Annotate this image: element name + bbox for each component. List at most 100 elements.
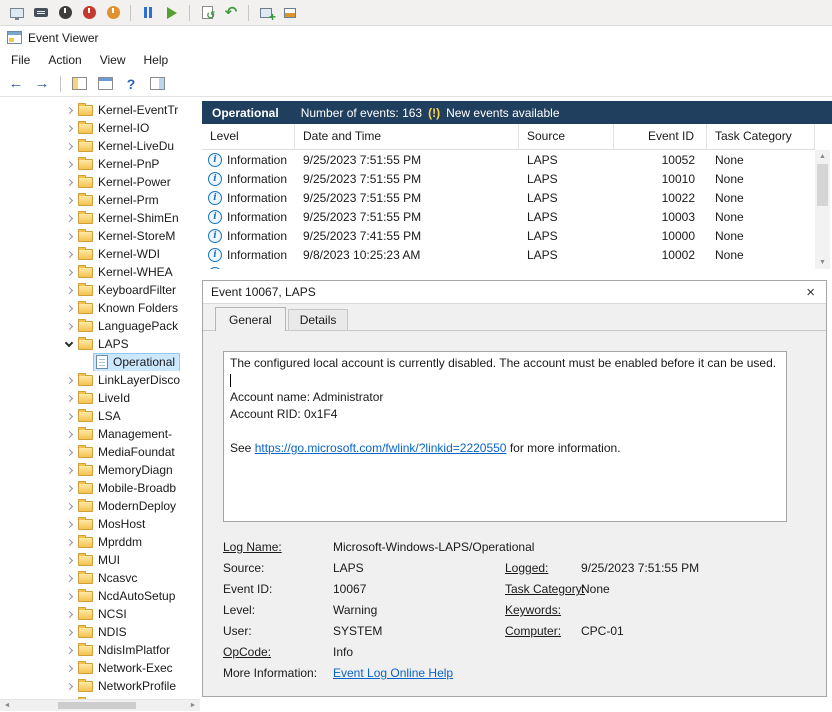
- menu-help[interactable]: Help: [135, 50, 178, 70]
- expand-icon[interactable]: [62, 407, 76, 425]
- tree-item-body[interactable]: Kernel-LiveDu: [76, 138, 178, 155]
- revert-button[interactable]: ↶: [220, 2, 242, 24]
- expand-icon[interactable]: [62, 605, 76, 623]
- expand-icon[interactable]: [62, 317, 76, 335]
- action-pane-button[interactable]: [145, 73, 169, 95]
- tree-item-moderndeploy[interactable]: ModernDeploy: [0, 497, 200, 515]
- expand-icon[interactable]: [62, 623, 76, 641]
- tree-item-networkprofile[interactable]: NetworkProfile: [0, 677, 200, 695]
- tree-item-kernel-shimen[interactable]: Kernel-ShimEn: [0, 209, 200, 227]
- monitor-button[interactable]: [6, 2, 28, 24]
- tree-item-kernel-wdi[interactable]: Kernel-WDI: [0, 245, 200, 263]
- tree-item-linklayerdisco[interactable]: LinkLayerDisco: [0, 371, 200, 389]
- scrollbar-thumb[interactable]: [817, 164, 828, 206]
- tree-item-memorydiagn[interactable]: MemoryDiagn: [0, 461, 200, 479]
- table-row[interactable]: iInformation9/8/2023 10:25:23 AMLAPS1000…: [202, 245, 815, 264]
- column-level[interactable]: Level: [202, 124, 295, 149]
- properties-button[interactable]: [93, 73, 117, 95]
- save-button[interactable]: [102, 2, 124, 24]
- start-button[interactable]: [161, 2, 183, 24]
- fwlink-link[interactable]: https://go.microsoft.com/fwlink/?linkid=…: [255, 441, 507, 455]
- expand-icon[interactable]: [62, 299, 76, 317]
- column-source[interactable]: Source: [519, 124, 614, 149]
- expand-icon[interactable]: [62, 497, 76, 515]
- tree-item-operational[interactable]: Operational: [0, 353, 200, 371]
- tree-item-body[interactable]: Kernel-PnP: [76, 156, 163, 173]
- expand-icon[interactable]: [62, 641, 76, 659]
- expand-icon[interactable]: [62, 425, 76, 443]
- tree-item-body[interactable]: Known Folders: [76, 300, 182, 317]
- expand-icon[interactable]: [62, 371, 76, 389]
- tree-item-kernel-storem[interactable]: Kernel-StoreM: [0, 227, 200, 245]
- expand-icon[interactable]: [62, 245, 76, 263]
- forward-button[interactable]: →: [30, 73, 54, 95]
- expand-icon[interactable]: [62, 209, 76, 227]
- tree-item-ndisimplatfor[interactable]: NdisImPlatfor: [0, 641, 200, 659]
- events-vertical-scrollbar[interactable]: ▲ ▼: [815, 150, 830, 269]
- tree-item-body[interactable]: LiveId: [76, 390, 134, 407]
- tab-details[interactable]: Details: [288, 309, 349, 330]
- expand-icon[interactable]: [62, 461, 76, 479]
- expand-icon[interactable]: [62, 389, 76, 407]
- console-tree-button[interactable]: [67, 73, 91, 95]
- tree-item-body[interactable]: MUI: [76, 552, 124, 569]
- tree-item-mprddm[interactable]: Mprddm: [0, 533, 200, 551]
- ctrl-alt-del-button[interactable]: [30, 2, 52, 24]
- tree-item-body[interactable]: LinkLayerDisco: [76, 372, 184, 389]
- tree-item-body[interactable]: Kernel-Prm: [76, 192, 163, 209]
- expand-icon[interactable]: [62, 227, 76, 245]
- column-event-id[interactable]: Event ID: [614, 124, 707, 149]
- tree-item-body[interactable]: NCSI: [76, 606, 131, 623]
- tree-item-body[interactable]: MediaFoundat: [76, 444, 179, 461]
- tree-item-mediafoundat[interactable]: MediaFoundat: [0, 443, 200, 461]
- table-row[interactable]: iInformation9/25/2023 7:51:55 PMLAPS1002…: [202, 188, 815, 207]
- tree-item-languagepack[interactable]: LanguagePack: [0, 317, 200, 335]
- tree-item-kernel-livedu[interactable]: Kernel-LiveDu: [0, 137, 200, 155]
- tree-item-body[interactable]: NdisImPlatfor: [76, 642, 174, 659]
- tree-item-kernel-prm[interactable]: Kernel-Prm: [0, 191, 200, 209]
- expand-icon[interactable]: [62, 137, 76, 155]
- close-icon[interactable]: ×: [803, 285, 818, 300]
- expand-icon[interactable]: [62, 191, 76, 209]
- expand-icon[interactable]: [62, 155, 76, 173]
- expand-icon[interactable]: [62, 443, 76, 461]
- shut-down-button[interactable]: [78, 2, 100, 24]
- tree-item-kernel-eventtr[interactable]: Kernel-EventTr: [0, 101, 200, 119]
- menu-file[interactable]: File: [2, 50, 39, 70]
- tree-item-kernel-whea[interactable]: Kernel-WHEA: [0, 263, 200, 281]
- menu-action[interactable]: Action: [39, 50, 90, 70]
- tree-item-body[interactable]: LanguagePack: [76, 318, 182, 335]
- table-row[interactable]: iInformation9/25/2023 7:41:55 PMLAPS1000…: [202, 226, 815, 245]
- tree-item-network-exec[interactable]: Network-Exec: [0, 659, 200, 677]
- scrollbar-thumb[interactable]: [58, 702, 136, 709]
- tree-item-body[interactable]: NDIS: [76, 624, 131, 641]
- expand-icon[interactable]: [62, 281, 76, 299]
- tree-item-keyboardfilter[interactable]: KeyboardFilter: [0, 281, 200, 299]
- pause-button[interactable]: [137, 2, 159, 24]
- expand-icon[interactable]: [62, 533, 76, 551]
- tree-item-body[interactable]: Kernel-Power: [76, 174, 175, 191]
- event-log-online-help-link[interactable]: Event Log Online Help: [333, 666, 453, 680]
- expand-icon[interactable]: [62, 515, 76, 533]
- event-description[interactable]: The configured local account is currentl…: [223, 351, 787, 522]
- table-row[interactable]: iInformation9/25/2023 7:51:55 PMLAPS1000…: [202, 207, 815, 226]
- tree-item-lsa[interactable]: LSA: [0, 407, 200, 425]
- table-row[interactable]: iInformation9/25/2023 7:51:55 PMLAPS1005…: [202, 150, 815, 169]
- tree-item-liveid[interactable]: LiveId: [0, 389, 200, 407]
- help-button[interactable]: ?: [119, 73, 143, 95]
- back-button[interactable]: ←: [4, 73, 28, 95]
- scroll-left-icon[interactable]: ◄: [0, 700, 14, 712]
- table-row[interactable]: iInformation9/25/2023 7:51:55 PMLAPS1001…: [202, 169, 815, 188]
- expand-icon[interactable]: [62, 587, 76, 605]
- expand-icon[interactable]: [62, 677, 76, 695]
- tree-item-ncsi[interactable]: NCSI: [0, 605, 200, 623]
- tree-item-body[interactable]: Kernel-WHEA: [76, 264, 177, 281]
- tree-item-body[interactable]: Network-Exec: [76, 660, 177, 677]
- tree-item-body[interactable]: MosHost: [76, 516, 149, 533]
- tree-item-mobile-broadb[interactable]: Mobile-Broadb: [0, 479, 200, 497]
- tree-item-known-folders[interactable]: Known Folders: [0, 299, 200, 317]
- tree-item-kernel-power[interactable]: Kernel-Power: [0, 173, 200, 191]
- share-button[interactable]: [279, 2, 301, 24]
- tab-general[interactable]: General: [215, 307, 286, 331]
- tree-item-body[interactable]: Ncasvc: [76, 570, 141, 587]
